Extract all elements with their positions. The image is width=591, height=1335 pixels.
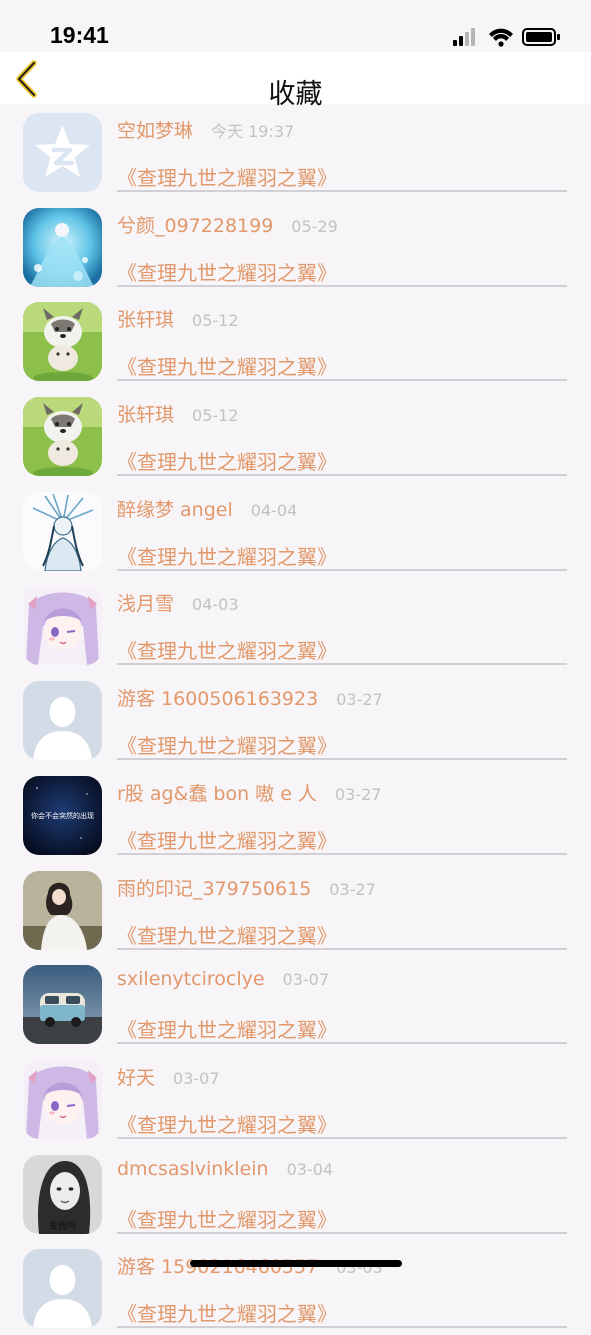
row-divider	[117, 1326, 567, 1329]
user-name-text[interactable]: dmcsaslvinklein	[117, 1158, 269, 1180]
book-title-link[interactable]: 《查理九世之耀羽之翼》	[117, 1298, 337, 1327]
user-name-text[interactable]: 醉缘梦 angel	[117, 499, 233, 521]
user-name-text[interactable]: 游客 1600506163923	[117, 688, 318, 710]
user-name[interactable]: 好天 03-07	[117, 1063, 220, 1090]
user-name[interactable]: r股 ag&蠢 bon 嗷 e 人 03-27	[117, 779, 381, 806]
favorite-list-item[interactable]: 醉缘梦 angel 04-04 《查理九世之耀羽之翼》	[0, 483, 591, 578]
home-indicator[interactable]	[190, 1260, 402, 1267]
favorite-date: 03-27	[334, 784, 382, 804]
favorite-date: 04-03	[192, 595, 239, 615]
user-name[interactable]: 醉缘梦 angel 04-04	[117, 495, 297, 522]
user-name-text[interactable]: 浅月雪	[117, 593, 174, 615]
favorite-list-item[interactable]: 游客 1590216460557 03-03 《查理九世之耀羽之翼》	[0, 1240, 591, 1335]
favorite-date: 04-04	[250, 500, 298, 520]
favorites-list: 空如梦琳 今天 19:37 《查理九世之耀羽之翼》 兮颜_097228199 05-2…	[0, 104, 591, 1335]
favorite-list-item[interactable]: 爱我吗 dmcsaslvinklein 03-04 《查理九世之耀羽之翼》	[0, 1146, 591, 1241]
favorite-list-item[interactable]: sxilenytciroclye 03-07 《查理九世之耀羽之翼》	[0, 956, 591, 1051]
book-title-link[interactable]: 《查理九世之耀羽之翼》	[117, 825, 337, 854]
book-title-link[interactable]: 《查理九世之耀羽之翼》	[117, 446, 337, 475]
user-name[interactable]: 空如梦琳 今天 19:37	[117, 116, 294, 143]
user-name-text[interactable]: sxilenytciroclye	[117, 968, 265, 990]
favorite-date: 05-29	[291, 216, 338, 236]
book-title-link[interactable]: 《查理九世之耀羽之翼》	[117, 730, 337, 759]
row-divider	[117, 379, 567, 382]
user-avatar[interactable]	[23, 397, 102, 477]
user-avatar[interactable]	[23, 207, 102, 287]
status-time: 19:41	[50, 22, 109, 48]
user-name[interactable]: 游客 1600506163923 03-27	[117, 684, 383, 711]
favorite-date: 03-07	[173, 1068, 220, 1088]
book-title-link[interactable]: 《查理九世之耀羽之翼》	[117, 1014, 337, 1043]
favorite-date: 05-12	[192, 311, 239, 331]
user-avatar[interactable]	[23, 681, 102, 761]
user-name-text[interactable]: 雨的印记_379750615	[117, 878, 311, 900]
avatar-caption: 你会不会突然的出现	[31, 811, 94, 820]
user-name-text[interactable]: r股 ag&蠢 bon 嗷 e 人	[117, 783, 317, 805]
user-avatar[interactable]	[23, 965, 102, 1045]
navigation-bar: 收藏	[0, 52, 591, 110]
user-name[interactable]: sxilenytciroclye 03-07	[117, 968, 329, 990]
row-divider	[117, 284, 567, 287]
book-title-link[interactable]: 《查理九世之耀羽之翼》	[117, 1109, 337, 1138]
book-title-link[interactable]: 《查理九世之耀羽之翼》	[117, 635, 337, 664]
user-name[interactable]: 张轩琪 05-12	[117, 305, 239, 332]
user-name-text[interactable]: 张轩琪	[117, 309, 174, 331]
book-title-link[interactable]: 《查理九世之耀羽之翼》	[117, 920, 337, 949]
book-title-link[interactable]: 《查理九世之耀羽之翼》	[117, 541, 337, 570]
favorite-list-item[interactable]: 雨的印记_379750615 03-27 《查理九世之耀羽之翼》	[0, 862, 591, 957]
row-divider	[117, 1042, 567, 1045]
book-title-link[interactable]: 《查理九世之耀羽之翼》	[117, 257, 337, 286]
user-avatar[interactable]: 爱我吗	[23, 1154, 102, 1234]
row-divider	[117, 852, 567, 855]
row-divider	[117, 1231, 567, 1234]
user-avatar[interactable]: 你会不会突然的出现	[23, 775, 102, 855]
row-divider	[117, 568, 567, 571]
user-avatar[interactable]	[23, 586, 102, 666]
favorite-date: 05-12	[192, 406, 239, 426]
row-divider	[117, 474, 567, 477]
user-name[interactable]: 张轩琪 05-12	[117, 400, 239, 427]
favorite-list-item[interactable]: 好天 03-07 《查理九世之耀羽之翼》	[0, 1051, 591, 1146]
user-avatar[interactable]	[23, 1249, 102, 1329]
row-divider	[117, 947, 567, 950]
book-title-link[interactable]: 《查理九世之耀羽之翼》	[117, 1204, 337, 1233]
user-avatar[interactable]	[23, 491, 102, 571]
row-divider	[117, 190, 567, 192]
favorite-list-item[interactable]: 张轩琪 05-12 《查理九世之耀羽之翼》	[0, 388, 591, 483]
user-name-text[interactable]: 兮颜_097228199	[117, 215, 273, 237]
user-avatar[interactable]	[23, 1059, 102, 1139]
favorite-list-item[interactable]: 张轩琪 05-12 《查理九世之耀羽之翼》	[0, 293, 591, 388]
favorite-date: 03-07	[282, 970, 330, 990]
user-name[interactable]: 浅月雪 04-03	[117, 589, 239, 616]
favorite-date: 03-04	[286, 1159, 334, 1179]
row-divider	[117, 1136, 567, 1139]
favorite-list-item[interactable]: 兮颜_097228199 05-29 《查理九世之耀羽之翼》	[0, 199, 591, 294]
user-name[interactable]: 雨的印记_379750615 03-27	[117, 874, 376, 901]
favorite-date: 03-27	[336, 690, 383, 710]
favorite-date: 03-27	[329, 879, 376, 899]
wifi-icon	[489, 28, 513, 47]
favorite-list-item[interactable]: 你会不会突然的出现 r股 ag&蠢 bon 嗷 e 人 03-27 《查理九世之耀羽…	[0, 767, 591, 862]
user-avatar[interactable]	[23, 113, 102, 192]
user-name-text[interactable]: 好天	[117, 1067, 155, 1089]
battery-icon	[522, 28, 560, 46]
row-divider	[117, 663, 567, 666]
status-bar: 19:41	[0, 0, 591, 52]
signal-icon	[453, 28, 475, 46]
user-name[interactable]: dmcsaslvinklein 03-04	[117, 1158, 333, 1180]
book-title-link[interactable]: 《查理九世之耀羽之翼》	[117, 162, 337, 191]
favorite-date: 今天 19:37	[211, 122, 295, 141]
book-title-link[interactable]: 《查理九世之耀羽之翼》	[117, 351, 337, 380]
row-divider	[117, 758, 567, 761]
status-icons	[453, 28, 560, 47]
favorite-list-item[interactable]: 游客 1600506163923 03-27 《查理九世之耀羽之翼》	[0, 672, 591, 767]
user-name[interactable]: 兮颜_097228199 05-29	[117, 211, 338, 238]
favorite-list-item[interactable]: 浅月雪 04-03 《查理九世之耀羽之翼》	[0, 577, 591, 672]
avatar-caption: 爱我吗	[49, 1221, 76, 1232]
user-avatar[interactable]	[23, 302, 102, 382]
user-avatar[interactable]	[23, 870, 102, 950]
user-name-text[interactable]: 张轩琪	[117, 404, 174, 426]
user-name-text[interactable]: 空如梦琳	[117, 120, 193, 142]
favorite-list-item[interactable]: 空如梦琳 今天 19:37 《查理九世之耀羽之翼》	[0, 104, 591, 199]
